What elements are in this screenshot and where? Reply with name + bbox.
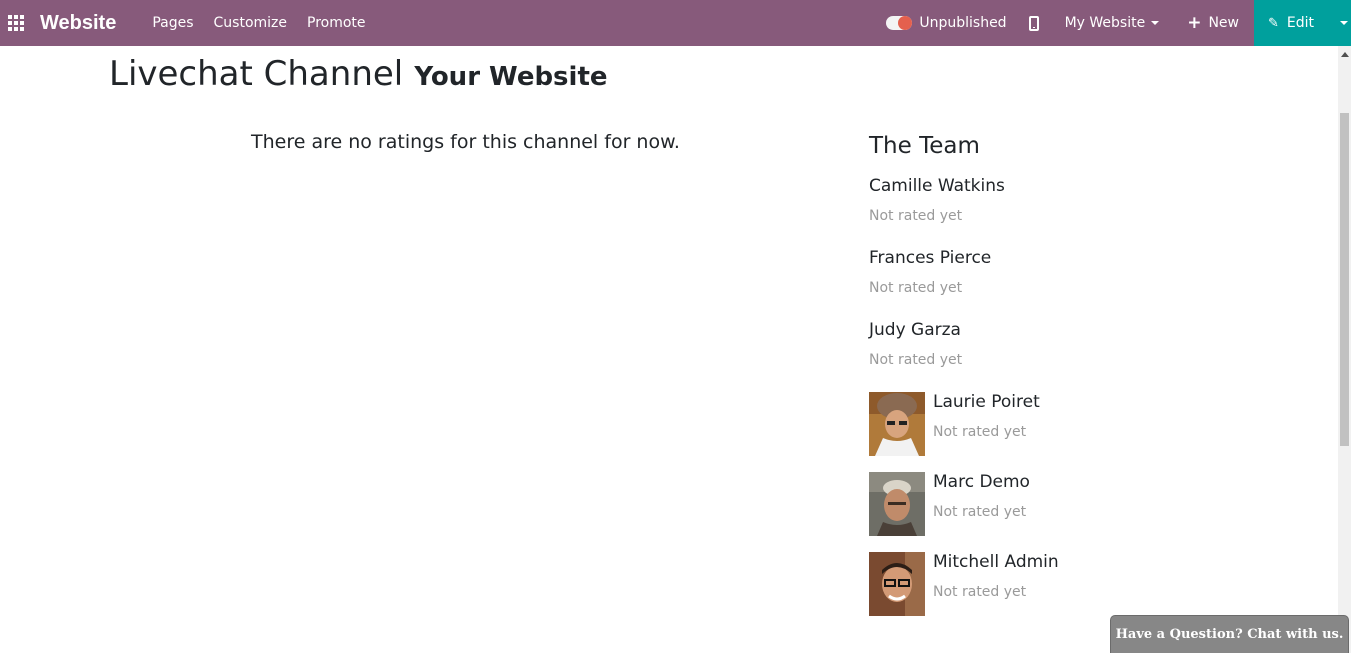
member-name: Frances Pierce [869,248,992,268]
nav-menu: Pages Customize Promote [152,15,385,31]
member-rating-status: Not rated yet [869,208,963,224]
website-switcher-dropdown[interactable]: My Website [1065,15,1160,31]
new-button[interactable]: + New [1187,12,1239,33]
member-name: Judy Garza [869,320,961,340]
team-title: The Team [869,133,980,159]
member-rating-status: Not rated yet [933,504,1027,520]
new-button-label: New [1208,15,1239,31]
mobile-preview-icon[interactable] [1028,15,1039,31]
edit-button-label: Edit [1286,15,1315,31]
plus-icon: + [1187,12,1202,33]
nav-customize[interactable]: Customize [214,15,288,31]
channel-subtitle: Your Website [414,62,608,92]
pencil-icon: ✎ [1268,15,1279,31]
member-rating-status: Not rated yet [933,584,1027,600]
member-name: Laurie Poiret [933,392,1040,412]
avatar [869,392,925,456]
livechat-button[interactable]: Have a Question? Chat with us. [1110,615,1349,653]
member-name: Marc Demo [933,472,1030,492]
publish-toggle[interactable] [886,16,913,30]
avatar [869,552,925,616]
website-switcher-label: My Website [1064,15,1146,31]
member-name: Mitchell Admin [933,552,1059,572]
member-rating-status: Not rated yet [869,280,963,296]
apps-menu-button[interactable] [2,0,30,46]
team-member: Frances Pierce Not rated yet [869,248,1169,320]
page-scrollbar[interactable] [1338,46,1351,653]
app-brand[interactable]: Website [40,12,116,35]
member-rating-status: Not rated yet [933,424,1027,440]
team-member: Camille Watkins Not rated yet [869,176,1169,248]
member-name: Camille Watkins [869,176,1005,196]
member-rating-status: Not rated yet [869,352,963,368]
avatar [869,472,925,536]
nav-pages[interactable]: Pages [152,15,193,31]
caret-down-icon [1151,21,1160,25]
page-title: Livechat Channel Your Website [109,54,608,94]
nav-right-actions: Unpublished My Website + New ✎ Edit [886,0,1351,46]
toggle-knob [898,16,913,30]
grid-icon [8,15,24,31]
channel-title: Livechat Channel [109,54,404,94]
scrollbar-thumb[interactable] [1340,113,1349,446]
scroll-up-arrow-icon[interactable] [1341,52,1349,57]
nav-promote[interactable]: Promote [307,15,366,31]
team-member: Laurie Poiret Not rated yet [869,392,1169,472]
top-navbar: Website Pages Customize Promote Unpublis… [0,0,1351,46]
edit-button[interactable]: ✎ Edit [1254,0,1351,46]
publish-status-label[interactable]: Unpublished [919,15,1006,31]
no-ratings-message: There are no ratings for this channel fo… [251,131,680,153]
edit-dropdown-caret-icon[interactable] [1340,21,1348,25]
team-member: Judy Garza Not rated yet [869,320,1169,392]
team-section: The Team Camille Watkins Not rated yet F… [869,133,1169,632]
team-member: Marc Demo Not rated yet [869,472,1169,552]
